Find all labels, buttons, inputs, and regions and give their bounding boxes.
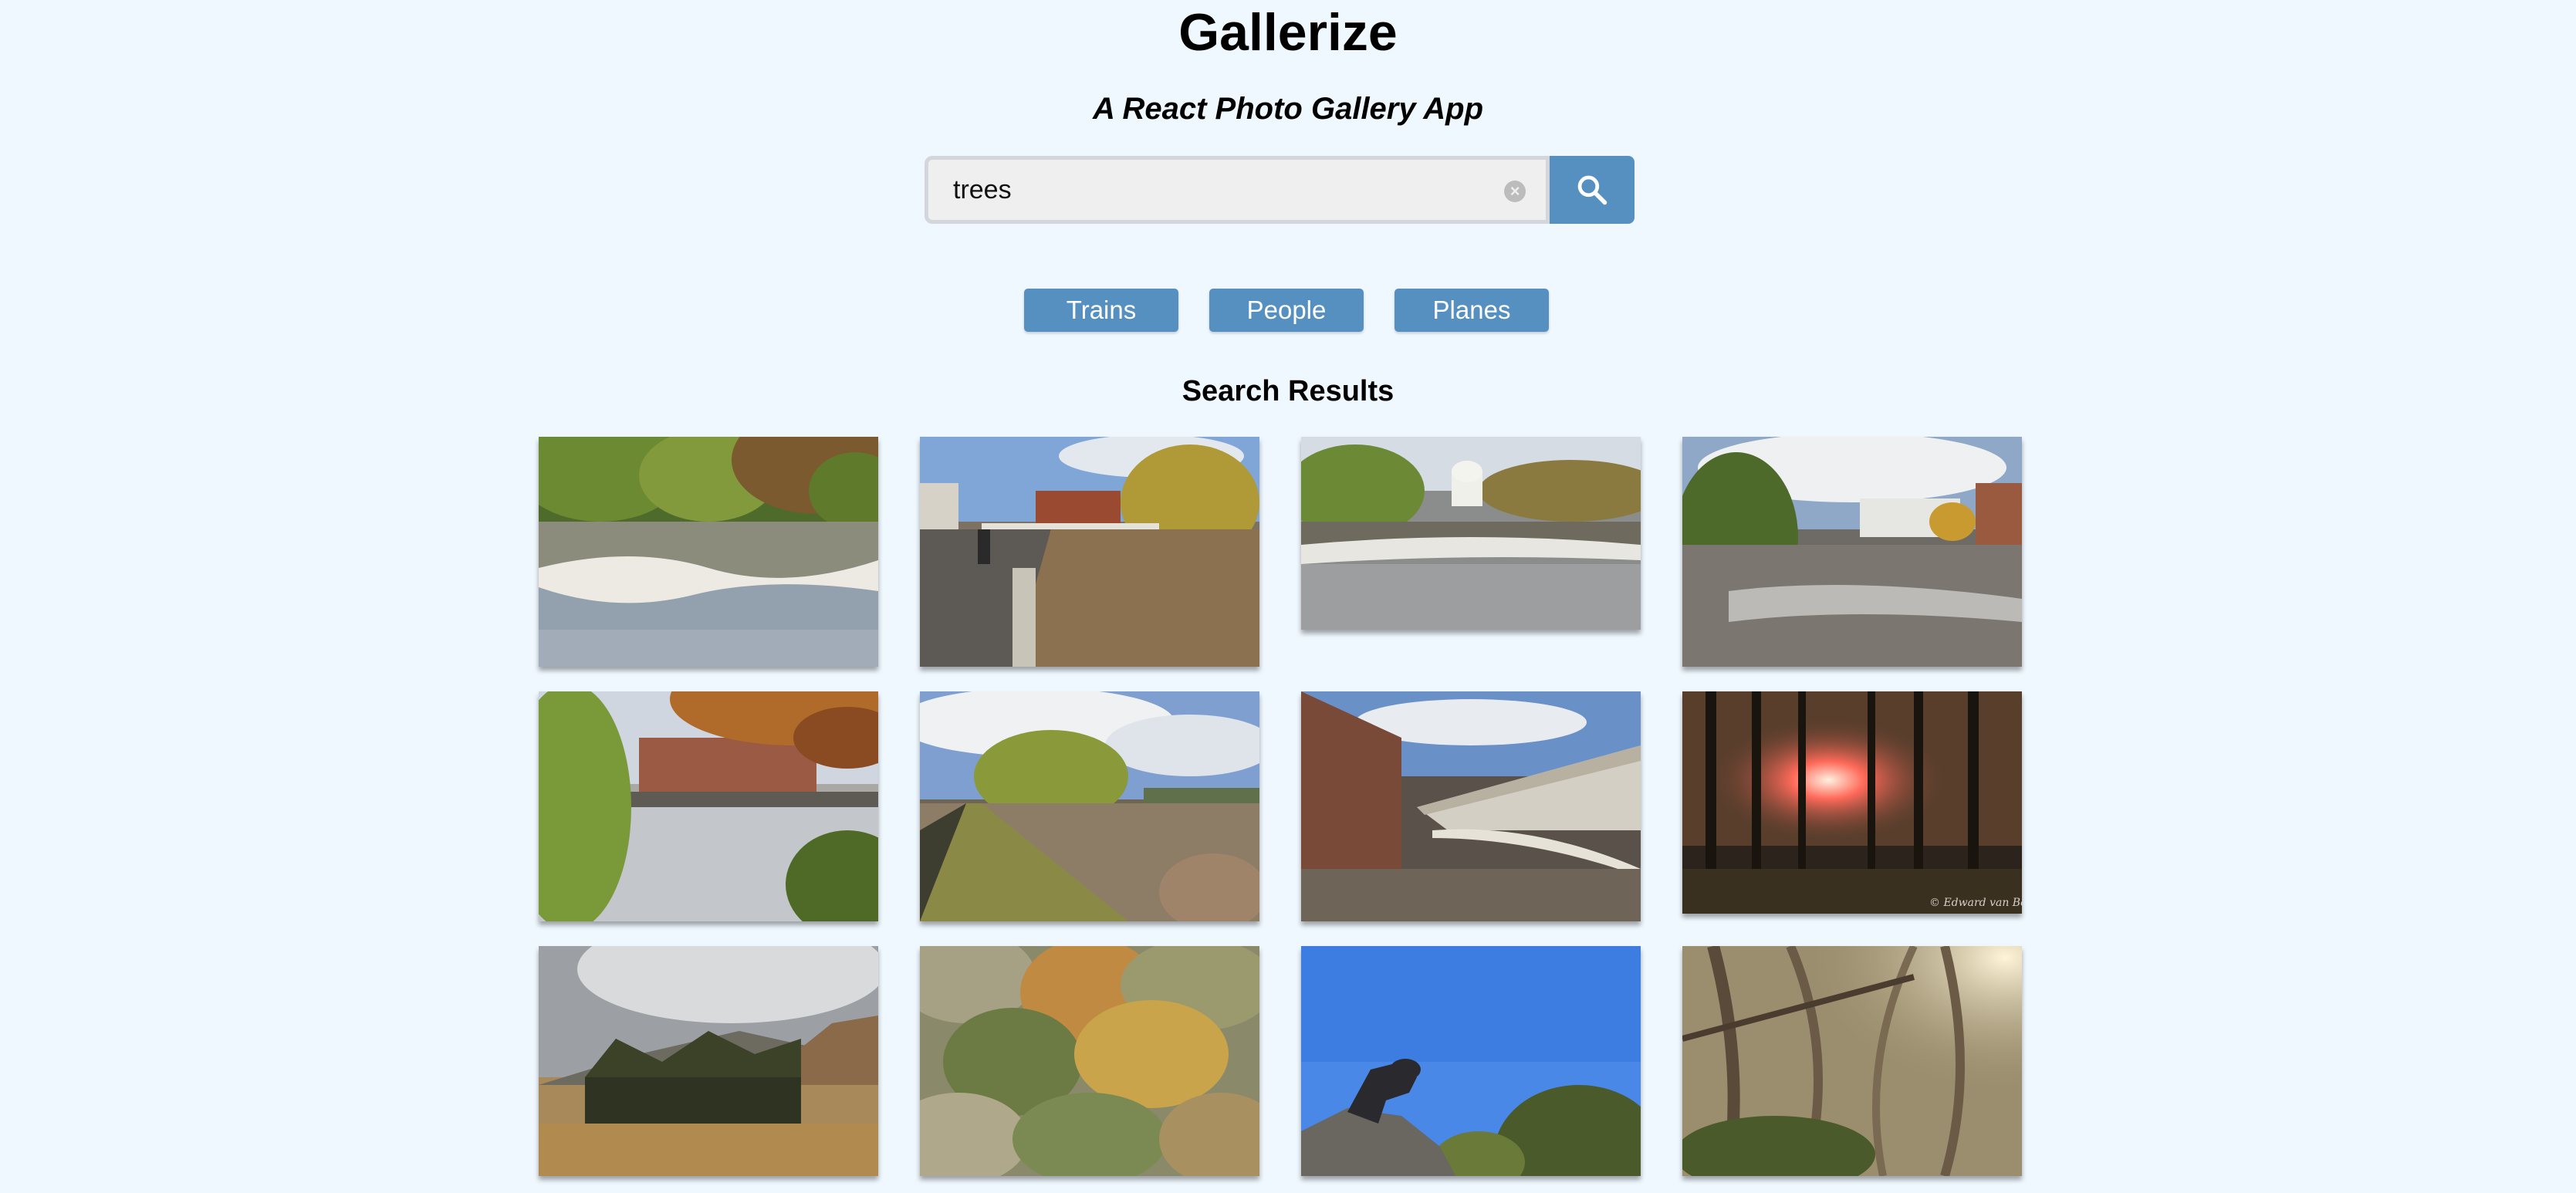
search-icon	[1575, 173, 1609, 207]
photo-forest-mountain[interactable]	[539, 946, 878, 1176]
photo-sunset-trees[interactable]: © Edward van Bergen	[1682, 691, 2022, 914]
search-form: ×	[925, 156, 1635, 224]
nav-button-trains[interactable]: Trains	[1024, 289, 1178, 332]
search-box: ×	[925, 156, 1550, 224]
photo-flooded-embankment[interactable]	[920, 691, 1259, 921]
nav-button-people[interactable]: People	[1209, 289, 1364, 332]
photo-bridge-river[interactable]	[1301, 691, 1641, 921]
svg-text:© Edward van Bergen: © Edward van Bergen	[1929, 897, 2022, 909]
photo-tangled-trees[interactable]	[1682, 946, 2022, 1176]
photo-dog-statue[interactable]	[1301, 946, 1641, 1176]
app-title: Gallerize	[1178, 3, 1398, 62]
app-subtitle: A React Photo Gallery App	[1092, 92, 1483, 126]
photo-riverside-walkway[interactable]	[920, 437, 1259, 667]
photo-autumn-forest[interactable]	[920, 946, 1259, 1176]
photo-flooded-river-buildings[interactable]	[1682, 437, 2022, 667]
nav-button-planes[interactable]: Planes	[1394, 289, 1549, 332]
photo-river-autumn-branches[interactable]	[539, 691, 878, 921]
photo-weir-willows[interactable]	[1301, 437, 1641, 630]
search-button[interactable]	[1550, 156, 1635, 224]
photo-river-rapids[interactable]	[539, 437, 878, 667]
topic-nav: Trains People Planes	[0, 289, 2576, 332]
search-input[interactable]	[928, 160, 1547, 220]
results-title: Search Results	[1182, 375, 1394, 407]
